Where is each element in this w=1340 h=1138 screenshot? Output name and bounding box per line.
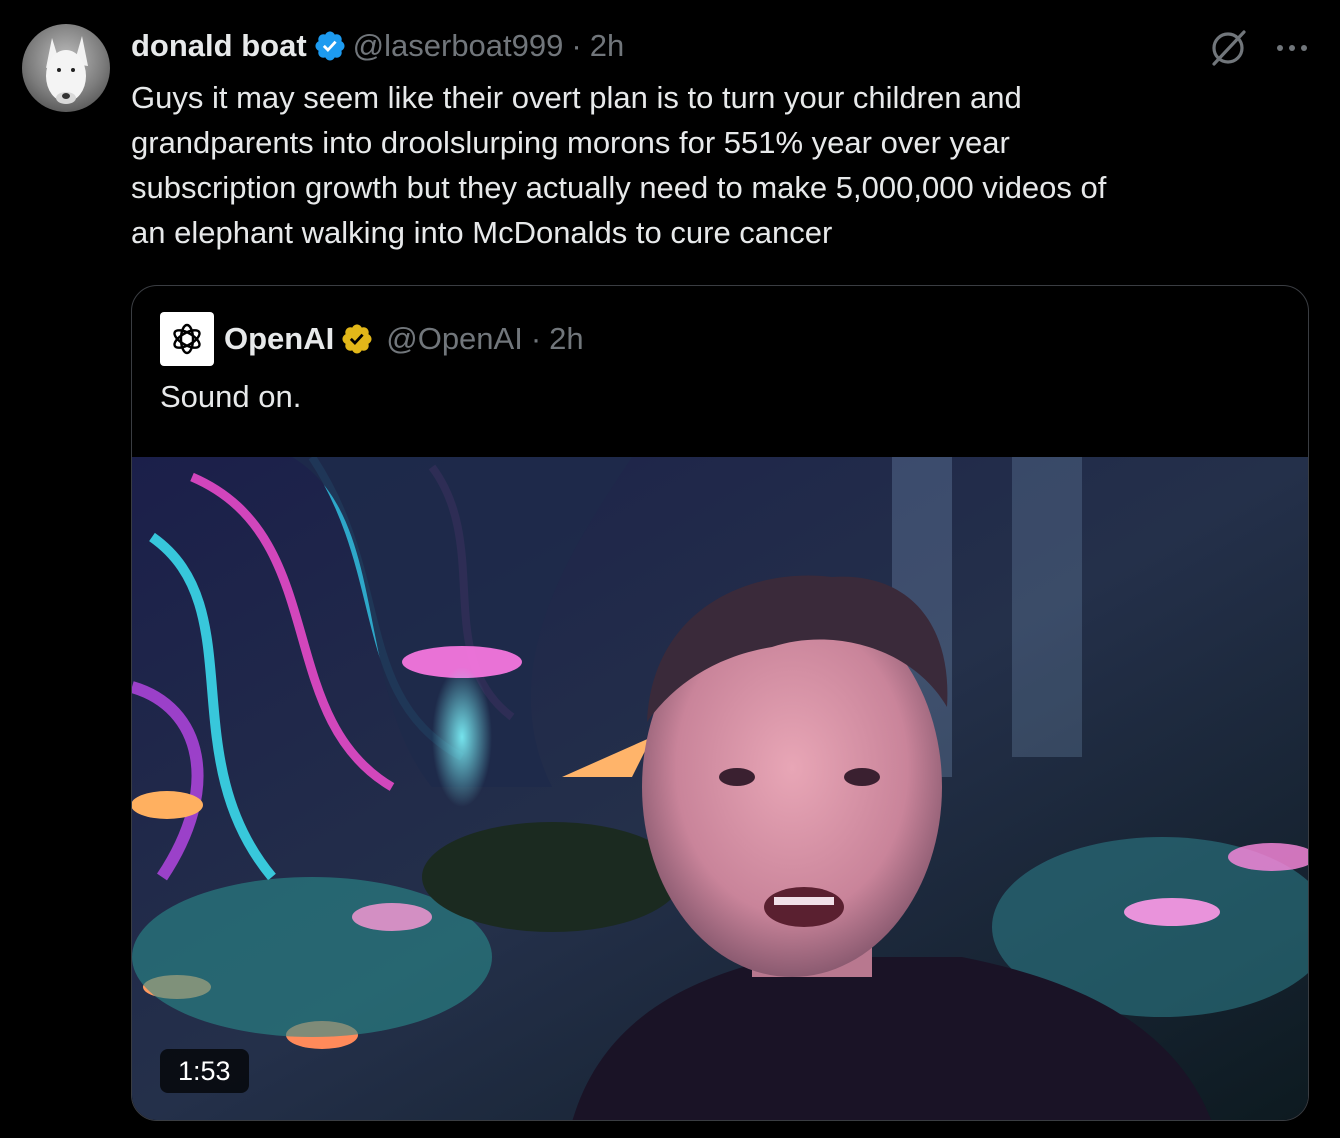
display-name[interactable]: donald boat — [131, 28, 307, 64]
tweet-header: donald boat @laserboat999 · 2h — [131, 26, 624, 66]
quoted-handle[interactable]: @OpenAI — [386, 321, 523, 357]
quoted-tweet-card[interactable]: OpenAI @OpenAI · 2h Sound on. 1:53 — [131, 285, 1309, 1121]
quoted-display-name[interactable]: OpenAI — [224, 321, 334, 357]
separator: · — [571, 28, 582, 63]
video-player[interactable]: 1:53 — [132, 457, 1308, 1120]
avatar[interactable] — [22, 24, 110, 112]
verified-badge-icon — [315, 31, 345, 61]
openai-knot-icon — [173, 323, 201, 355]
quoted-tweet-text: Sound on. — [160, 379, 302, 414]
gold-verified-badge-icon — [342, 324, 372, 354]
openai-logo-icon[interactable] — [160, 312, 214, 366]
more-icon[interactable] — [1272, 28, 1312, 68]
timestamp[interactable]: 2h — [590, 28, 624, 64]
grok-icon[interactable] — [1206, 26, 1250, 70]
quoted-separator: · — [530, 321, 542, 356]
quoted-timestamp[interactable]: 2h — [549, 321, 583, 357]
dog-avatar-image — [46, 36, 88, 104]
tweet-actions — [1206, 26, 1312, 70]
quoted-tweet-header: OpenAI @OpenAI · 2h — [160, 312, 584, 366]
tweet-text: Guys it may seem like their overt plan i… — [131, 80, 1107, 250]
video-duration-badge: 1:53 — [160, 1049, 249, 1093]
video-thumbnail — [132, 457, 1308, 1120]
handle[interactable]: @laserboat999 — [353, 28, 564, 64]
